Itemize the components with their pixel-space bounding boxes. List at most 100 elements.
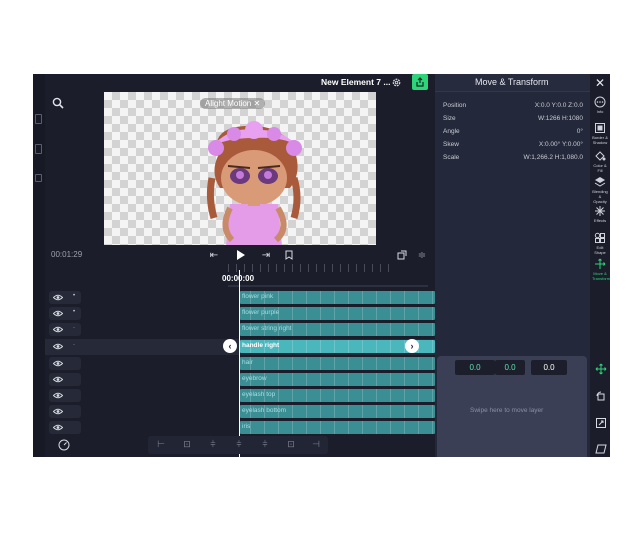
layer-clip[interactable]: flower pink xyxy=(240,291,435,304)
property-size[interactable]: Size W:1266 H:1080 xyxy=(443,115,583,126)
sidebar-item-blending[interactable]: Blending & Opacity xyxy=(592,176,608,204)
watermark-close-icon[interactable]: ✕ xyxy=(251,99,260,108)
track-marker: • xyxy=(73,293,76,299)
export-share-icon[interactable] xyxy=(412,74,428,90)
current-time: 00:01:29 xyxy=(51,250,83,259)
project-title[interactable]: New Element 7 ... xyxy=(321,77,390,87)
sidebar-item-color-fill[interactable]: Color & Fill xyxy=(592,150,608,173)
duplicate-icon[interactable]: ⊡ xyxy=(280,436,302,452)
sidebar-item-info[interactable]: Info xyxy=(592,96,608,114)
fit-timeline-icon[interactable] xyxy=(395,248,409,262)
scale-tool-icon[interactable] xyxy=(594,416,608,430)
track-row[interactable]: eyebrow xyxy=(45,372,435,387)
trim-icon[interactable]: ⊡ xyxy=(176,436,198,452)
eye-icon xyxy=(53,326,63,333)
track-row[interactable]: hair xyxy=(45,356,435,371)
layers-icon xyxy=(594,177,606,187)
layer-name: handle right xyxy=(242,342,280,349)
layer-clip[interactable]: hair xyxy=(240,357,435,370)
color-icon xyxy=(595,151,606,161)
skip-start-icon[interactable]: ⇤ xyxy=(207,248,221,262)
track-marker: · xyxy=(73,325,75,331)
property-scale[interactable]: Scale W:1,266.2 H:1,080.0 xyxy=(443,154,583,165)
skip-end-icon[interactable]: ⇥ xyxy=(259,248,273,262)
split-playhead-icon[interactable]: ⫩ xyxy=(228,436,250,452)
layer-clip[interactable]: eyelash bottom xyxy=(240,405,435,418)
timeline-ruler[interactable] xyxy=(228,264,393,272)
move-tool-icon[interactable] xyxy=(594,362,608,376)
move-icon xyxy=(595,258,606,269)
gutter-tick-3 xyxy=(35,174,42,182)
app-window: New Element 7 ... Alight Motion ✕ 00:01:… xyxy=(33,74,610,457)
visibility-toggle[interactable]: · xyxy=(49,323,81,336)
eye-icon xyxy=(53,310,63,317)
skew-tool-icon[interactable] xyxy=(594,442,608,456)
bookmark-icon[interactable] xyxy=(282,248,296,262)
layer-clip[interactable]: iris xyxy=(240,421,435,434)
split-left-icon[interactable]: ⊢ xyxy=(150,436,172,452)
property-angle[interactable]: Angle 0° xyxy=(443,128,583,139)
visibility-toggle[interactable] xyxy=(49,389,81,402)
layer-name: eyebrow xyxy=(242,375,267,382)
visibility-toggle[interactable] xyxy=(49,373,81,386)
split-right-icon[interactable]: ⫩ xyxy=(254,436,276,452)
layer-clip[interactable]: eyebrow xyxy=(240,373,435,386)
layer-name: eyelash top xyxy=(242,391,276,398)
property-value: W:1,266.2 H:1,080.0 xyxy=(523,154,583,161)
property-label: Angle xyxy=(443,128,460,135)
property-skew[interactable]: Skew X:0.00° Y:0.00° xyxy=(443,141,583,152)
eye-icon xyxy=(53,408,63,415)
sidebar-item-move-transform[interactable]: Move & Transform xyxy=(592,258,610,281)
watermark-text: Alight Motion xyxy=(205,99,252,108)
sidebar-item-label: Effects xyxy=(593,218,607,223)
layer-clip[interactable]: flower string right xyxy=(240,323,435,336)
property-position[interactable]: Position X:0.0 Y:0.0 Z:0.0 xyxy=(443,102,583,113)
panel-title: Move & Transform xyxy=(475,77,549,87)
sidebar-item-label: Blending & Opacity xyxy=(592,189,608,204)
track-row[interactable]: eyelash top xyxy=(45,388,435,403)
watermark: Alight Motion ✕ xyxy=(200,98,266,109)
value-y-field[interactable]: 0.0 xyxy=(495,360,525,375)
layer-clip[interactable]: flower purple xyxy=(240,307,435,320)
track-row[interactable]: • flower pink xyxy=(45,290,435,305)
layer-name: flower string right xyxy=(242,325,292,332)
track-row[interactable]: • flower purple xyxy=(45,306,435,321)
speed-gauge-icon[interactable] xyxy=(57,438,71,452)
preview-canvas[interactable]: Alight Motion ✕ xyxy=(104,92,376,245)
property-label: Scale xyxy=(443,154,460,161)
visibility-toggle[interactable] xyxy=(49,357,81,370)
settings-gear-icon[interactable] xyxy=(389,75,403,89)
playhead-line[interactable] xyxy=(239,270,240,457)
property-value: X:0.00° Y:0.00° xyxy=(538,141,583,148)
visibility-toggle[interactable] xyxy=(49,421,81,434)
visibility-toggle[interactable]: • xyxy=(49,291,81,304)
track-row-selected[interactable]: · handle right ‹ › xyxy=(45,339,435,354)
visibility-toggle[interactable]: · xyxy=(49,340,81,353)
rotate-tool-icon[interactable] xyxy=(594,390,608,404)
track-row[interactable]: iris xyxy=(45,420,435,435)
layer-clip[interactable]: eyelash top xyxy=(240,389,435,402)
split-icon[interactable]: ⫩ xyxy=(202,436,224,452)
trim-left-handle-icon[interactable]: ‹ xyxy=(223,339,237,353)
zoom-magnifier-icon[interactable] xyxy=(51,96,65,110)
value-x-field[interactable]: 0.0 xyxy=(455,360,495,375)
layer-name: hair xyxy=(242,359,253,366)
eye-icon xyxy=(53,294,63,301)
sidebar-item-border-shadow[interactable]: Border & Shadow xyxy=(592,122,608,145)
timeline-menu-icon[interactable]: ≑ xyxy=(415,248,429,262)
trim-right-handle-icon[interactable]: › xyxy=(405,339,419,353)
track-marker: · xyxy=(73,342,75,348)
visibility-toggle[interactable]: • xyxy=(49,307,81,320)
value-z-field[interactable]: 0.0 xyxy=(531,360,567,375)
sidebar-item-effects[interactable]: Effects xyxy=(592,205,608,223)
property-value: X:0.0 Y:0.0 Z:0.0 xyxy=(534,102,583,109)
play-icon[interactable] xyxy=(233,248,247,262)
sidebar-item-label: Move & Transform xyxy=(592,271,610,281)
close-icon[interactable]: ✕ xyxy=(592,75,608,91)
trim-end-icon[interactable]: ⊣ xyxy=(305,436,327,452)
track-row[interactable]: eyelash bottom xyxy=(45,404,435,419)
eye-icon xyxy=(53,424,63,431)
sidebar-item-edit-shape[interactable]: Edit Shape xyxy=(592,232,608,255)
track-row[interactable]: · flower string right xyxy=(45,322,435,337)
visibility-toggle[interactable] xyxy=(49,405,81,418)
